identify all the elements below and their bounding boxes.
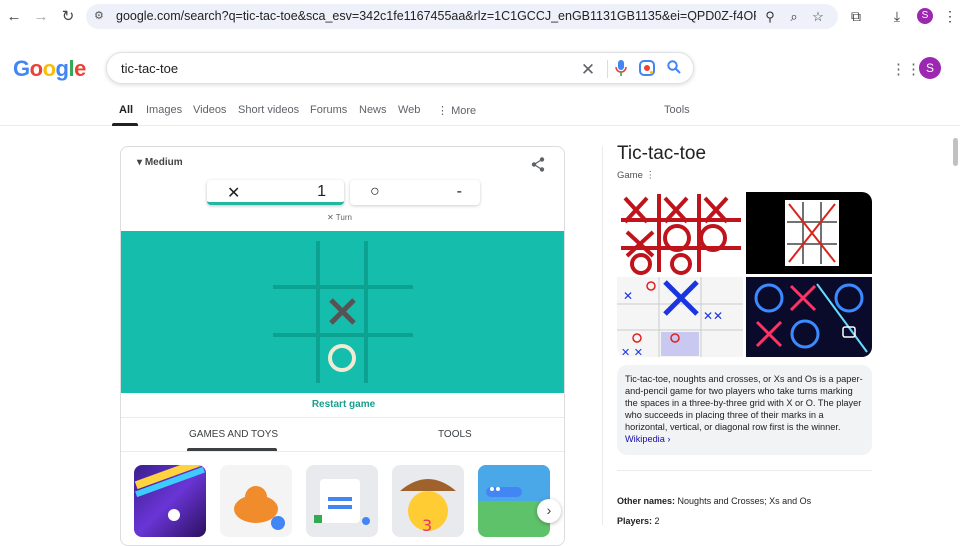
search-query: tic-tac-toe	[121, 61, 179, 76]
microphone-icon[interactable]	[612, 60, 630, 80]
svg-text:3: 3	[422, 516, 432, 535]
zoom-icon[interactable]: ⌕	[786, 9, 802, 25]
cell-bottom-o-mark[interactable]	[328, 344, 356, 372]
game-thumbnail-snake[interactable]	[478, 465, 550, 537]
more-dots-icon: ⋮	[437, 105, 452, 117]
search-icon[interactable]	[665, 60, 683, 78]
turn-indicator: ✕ Turn	[327, 213, 352, 222]
kp-description-text: Tic-tac-toe, noughts and crosses, or Xs …	[625, 374, 863, 432]
game-thumbnail-memory[interactable]	[306, 465, 378, 537]
panel-divider	[602, 146, 603, 525]
kp-image-grid[interactable]: ✕ ✕✕ ✕ ✕	[617, 192, 872, 357]
tic-tac-toe-game-card: ▾ Medium ✕ 1 ○ - ✕ Turn Restart game GAM…	[120, 146, 565, 546]
page-scrollbar[interactable]	[951, 128, 960, 525]
logo-letter: g	[55, 56, 69, 81]
game-thumbnail-cat[interactable]	[220, 465, 292, 537]
search-divider	[607, 60, 608, 78]
game-thumbnail-breakout[interactable]	[134, 465, 206, 537]
divider	[121, 451, 564, 452]
game-thumbnail-cowboy-emoji[interactable]: 3	[392, 465, 464, 537]
browser-toolbar: ← → ↻ ⚙ google.com/search?q=tic-tac-toe&…	[0, 0, 960, 33]
tab-all[interactable]: All	[119, 104, 133, 116]
divider	[617, 470, 872, 471]
logo-letter: e	[74, 56, 86, 81]
x-mark-icon: ✕	[227, 185, 241, 202]
clear-icon[interactable]: ✕	[579, 60, 597, 80]
account-avatar[interactable]: S	[919, 57, 941, 79]
game-board[interactable]	[121, 231, 565, 393]
reload-icon[interactable]: ↻	[60, 8, 76, 25]
difficulty-dropdown[interactable]: ▾ Medium	[137, 157, 183, 168]
extensions-icon[interactable]: ⧉	[848, 8, 864, 25]
svg-text:✕ ✕: ✕ ✕	[621, 346, 643, 357]
lens-icon[interactable]	[638, 60, 656, 80]
kp-title: Tic-tac-toe	[617, 143, 707, 164]
logo-letter: o	[42, 56, 56, 81]
tab-web[interactable]: Web	[398, 104, 420, 116]
svg-text:✕✕: ✕✕	[703, 309, 723, 323]
tab-images[interactable]: Images	[146, 104, 182, 116]
url-text: google.com/search?q=tic-tac-toe&sca_esv=…	[116, 9, 756, 23]
carousel-next-button[interactable]: ›	[537, 499, 561, 523]
kp-subtitle[interactable]: Game ⋮	[617, 170, 655, 181]
score-x-panel[interactable]: ✕ 1	[207, 180, 344, 205]
tab-tools[interactable]: Tools	[664, 104, 690, 116]
site-settings-icon[interactable]: ⚙	[94, 9, 104, 22]
tab-tools-section[interactable]: TOOLS	[438, 429, 472, 440]
forward-icon[interactable]: →	[33, 8, 49, 25]
back-icon[interactable]: ←	[6, 8, 22, 25]
google-logo[interactable]: Google	[13, 56, 86, 82]
cell-center-x-mark[interactable]	[329, 298, 356, 325]
tab-more[interactable]: ⋮ More	[437, 104, 476, 117]
fact-other-names: Other names: Noughts and Crosses; Xs and…	[617, 496, 811, 506]
wikipedia-link[interactable]: Wikipedia ›	[625, 434, 670, 444]
address-bar[interactable]: ⚙ google.com/search?q=tic-tac-toe&sca_es…	[86, 4, 838, 29]
download-icon[interactable]: ⤓	[889, 8, 905, 25]
divider	[121, 417, 564, 418]
search-tabs: All Images Videos Short videos Forums Ne…	[0, 100, 960, 126]
tab-more-label: More	[451, 105, 477, 117]
fact-value[interactable]: Noughts and Crosses; Xs and Os	[678, 496, 812, 506]
share-icon[interactable]	[531, 157, 545, 176]
scrollbar-thumb[interactable]	[953, 138, 958, 166]
search-input[interactable]: tic-tac-toe ✕	[106, 52, 694, 84]
tab-videos[interactable]: Videos	[193, 104, 226, 116]
location-icon[interactable]: ⚲	[762, 9, 778, 25]
tab-short-videos[interactable]: Short videos	[238, 104, 299, 116]
bookmark-star-icon[interactable]: ☆	[810, 9, 826, 25]
active-tab-indicator	[112, 123, 138, 126]
logo-letter: G	[13, 56, 30, 81]
tab-forums[interactable]: Forums	[310, 104, 347, 116]
tab-games-and-toys[interactable]: GAMES AND TOYS	[189, 429, 278, 440]
svg-text:✕: ✕	[623, 289, 633, 303]
dropdown-caret-icon: ▾	[137, 157, 145, 168]
score-x-value: 1	[317, 183, 326, 200]
game-board-area	[121, 231, 565, 393]
score-o-panel[interactable]: ○ -	[350, 180, 480, 205]
restart-game-button[interactable]: Restart game	[121, 399, 564, 410]
tab-news[interactable]: News	[359, 104, 387, 116]
browser-profile-avatar[interactable]: S	[917, 8, 933, 24]
logo-letter: o	[29, 56, 43, 81]
score-o-value: -	[456, 183, 462, 200]
browser-menu-icon[interactable]: ⋮	[942, 8, 958, 25]
difficulty-label: Medium	[144, 157, 183, 168]
o-mark-icon: ○	[370, 183, 380, 200]
kp-description: Tic-tac-toe, noughts and crosses, or Xs …	[617, 365, 872, 455]
fact-label: Other names:	[617, 496, 676, 506]
